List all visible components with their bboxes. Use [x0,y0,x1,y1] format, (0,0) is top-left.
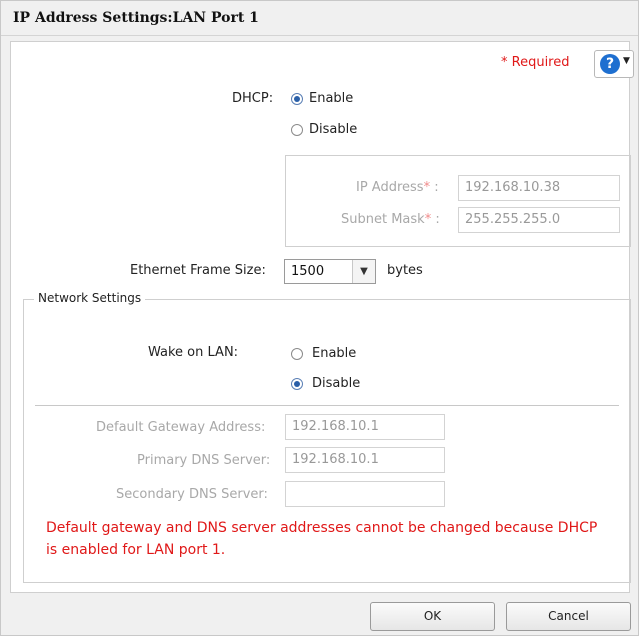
wake-disable-label[interactable]: Disable [312,376,360,391]
required-note: * Required [501,55,570,70]
wake-enable-radio[interactable] [291,348,303,360]
network-settings-legend: Network Settings [34,291,146,305]
primary-dns-label: Primary DNS Server: [137,453,271,468]
wake-enable-label[interactable]: Enable [312,346,356,361]
title-bar: IP Address Settings:LAN Port 1 [1,1,638,36]
dhcp-enable-radio[interactable] [291,93,303,105]
dhcp-disable-radio[interactable] [291,124,303,136]
ethernet-frame-select[interactable]: 1500 ▼ [284,259,376,284]
dhcp-disable-label[interactable]: Disable [309,122,357,137]
divider [35,405,619,406]
ok-button[interactable]: OK [370,602,495,631]
dialog-title: IP Address Settings:LAN Port 1 [13,10,259,26]
cancel-button[interactable]: Cancel [506,602,631,631]
subnet-mask-label: Subnet Mask* : [341,212,440,227]
wake-on-lan-label: Wake on LAN: [148,345,239,360]
gateway-label: Default Gateway Address: [96,420,266,435]
subnet-mask-input[interactable]: 255.255.255.0 [458,207,620,233]
ethernet-frame-value: 1500 [291,264,325,279]
gateway-input[interactable]: 192.168.10.1 [285,414,445,440]
static-ip-group [285,155,631,247]
dhcp-label: DHCP: [232,91,274,106]
dhcp-warning-message: Default gateway and DNS server addresses… [46,520,598,558]
ip-address-input[interactable]: 192.168.10.38 [458,175,620,201]
primary-dns-input[interactable]: 192.168.10.1 [285,447,445,473]
ip-settings-dialog: IP Address Settings:LAN Port 1 * Require… [0,0,639,636]
ip-address-label: IP Address* : [356,180,439,195]
ethernet-frame-unit: bytes [387,263,423,278]
wake-disable-radio[interactable] [291,378,303,390]
secondary-dns-label: Secondary DNS Server: [116,487,268,502]
chevron-down-icon: ▼ [623,56,630,66]
ethernet-frame-label: Ethernet Frame Size: [130,263,266,278]
dhcp-enable-label[interactable]: Enable [309,91,353,106]
question-circle-icon: ? [600,54,620,74]
chevron-down-icon[interactable]: ▼ [352,260,375,283]
help-button[interactable]: ? ▼ [594,50,634,78]
secondary-dns-input[interactable] [285,481,445,507]
